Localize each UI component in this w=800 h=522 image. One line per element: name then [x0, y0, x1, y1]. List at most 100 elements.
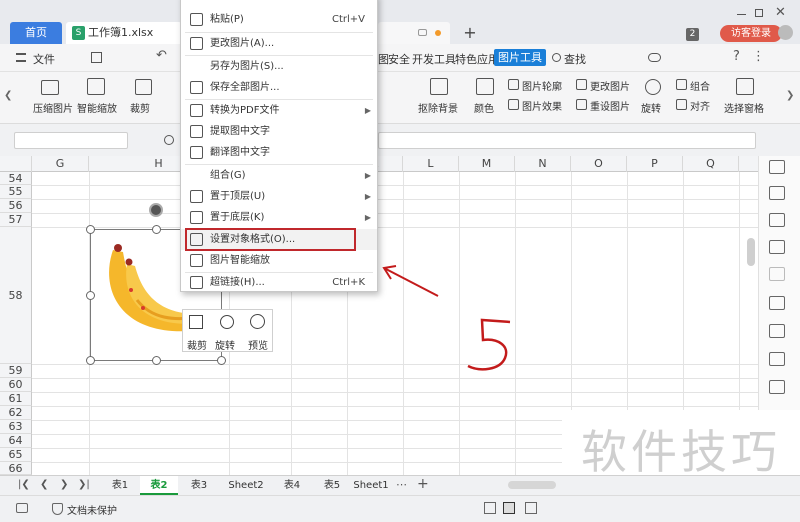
sheet-tab[interactable]: Sheet2: [224, 476, 268, 495]
file-tab[interactable]: S 工作簿1.xlsx: [66, 22, 182, 44]
layout-view-icon[interactable]: [525, 502, 537, 514]
second-doc-tab[interactable]: [378, 22, 450, 44]
first-sheet-icon[interactable]: |❮: [18, 479, 30, 490]
table-icon[interactable]: [769, 160, 785, 174]
help-icon[interactable]: ?: [733, 49, 740, 64]
menu-item-save-as-picture[interactable]: 另存为图片(S)...: [181, 56, 377, 77]
protection-status[interactable]: 文档未保护: [67, 502, 117, 517]
ribbon-left-scroll-icon[interactable]: ❮: [4, 90, 12, 101]
menu-item-extract-text[interactable]: 提取图中文字: [181, 121, 377, 142]
row-header[interactable]: 55: [0, 185, 32, 199]
ribbon-right-scroll-icon[interactable]: ❯: [786, 90, 794, 101]
resize-handle[interactable]: [217, 356, 226, 365]
row-header[interactable]: 56: [0, 199, 32, 213]
more-icon[interactable]: ⋮: [752, 49, 765, 64]
rotate-icon[interactable]: [220, 315, 234, 329]
matting-button[interactable]: 抠除背景: [418, 100, 458, 115]
search-label[interactable]: 查找: [564, 51, 586, 67]
menu-item-paste[interactable]: 粘贴(P) Ctrl+V: [181, 9, 377, 30]
column-header[interactable]: L: [403, 156, 459, 172]
menu-item-smart-scale[interactable]: 图片智能缩放: [181, 250, 377, 271]
menu-item-change-picture[interactable]: 更改图片(A)...: [181, 33, 377, 54]
row-header[interactable]: 60: [0, 378, 32, 392]
color-button[interactable]: 颜色: [474, 100, 494, 115]
home-tab[interactable]: 首页: [10, 22, 62, 44]
maximize-icon[interactable]: [755, 9, 763, 17]
sheet-tab[interactable]: 表1: [104, 476, 136, 495]
column-header[interactable]: O: [571, 156, 627, 172]
row-header[interactable]: 58: [0, 227, 32, 364]
rotate-button[interactable]: 旋转: [641, 100, 661, 115]
row-header[interactable]: 65: [0, 448, 32, 462]
search-icon[interactable]: [552, 53, 561, 62]
reset-picture-button[interactable]: 重设图片: [590, 98, 630, 113]
login-button[interactable]: 访客登录: [720, 25, 782, 42]
menu-item-hyperlink[interactable]: 超链接(H)... Ctrl+K: [181, 272, 377, 293]
crop-icon[interactable]: [189, 315, 203, 329]
sheet-tab[interactable]: 表4: [276, 476, 308, 495]
effects-button[interactable]: 图片效果: [522, 98, 562, 113]
avatar[interactable]: [778, 25, 793, 40]
vertical-scrollbar[interactable]: [747, 238, 755, 266]
image-icon[interactable]: [769, 380, 785, 394]
sheet-tab[interactable]: 表3: [182, 476, 216, 495]
smart-scale-button[interactable]: 智能缩放: [77, 100, 117, 115]
row-header[interactable]: 66: [0, 462, 32, 475]
corner-cell[interactable]: [0, 156, 32, 172]
float-rotate-button[interactable]: 旋转: [215, 337, 235, 352]
close-icon[interactable]: ✕: [775, 5, 786, 20]
prev-sheet-icon[interactable]: ❮: [40, 479, 48, 490]
zoom-icon[interactable]: [164, 135, 174, 145]
outline-button[interactable]: 图片轮廓: [522, 78, 562, 93]
row-header[interactable]: 64: [0, 434, 32, 448]
page-view-icon[interactable]: [503, 502, 515, 514]
record-icon[interactable]: [16, 503, 28, 513]
crop-button[interactable]: 裁剪: [130, 100, 150, 115]
column-header[interactable]: P: [627, 156, 683, 172]
menu-item-save-all-pictures[interactable]: 保存全部图片...: [181, 77, 377, 98]
archive-icon[interactable]: [769, 352, 785, 366]
undo-icon[interactable]: ↶: [156, 48, 167, 63]
change-picture-button[interactable]: 更改图片: [590, 78, 630, 93]
row-header[interactable]: 63: [0, 420, 32, 434]
cloud-icon[interactable]: [648, 53, 661, 62]
notification-badge[interactable]: 2: [686, 28, 699, 41]
row-header[interactable]: 61: [0, 392, 32, 406]
more-sheets-icon[interactable]: ⋯: [396, 478, 407, 491]
menu-item-send-to-back[interactable]: 置于底层(K) ▶: [181, 207, 377, 228]
sheet-tab-active[interactable]: 表2: [140, 476, 178, 495]
align-button[interactable]: 对齐: [690, 98, 710, 113]
hamburger-icon[interactable]: [16, 53, 26, 62]
add-sheet-button[interactable]: +: [417, 476, 429, 492]
picture-icon[interactable]: [769, 296, 785, 310]
next-sheet-icon[interactable]: ❯: [60, 479, 68, 490]
chart-icon[interactable]: [769, 213, 785, 227]
row-header[interactable]: 54: [0, 172, 32, 185]
resize-handle[interactable]: [86, 225, 95, 234]
resize-handle[interactable]: [152, 225, 161, 234]
formula-input[interactable]: [378, 132, 756, 149]
column-header[interactable]: G: [32, 156, 89, 172]
row-header[interactable]: 57: [0, 213, 32, 227]
menu-tab-picture-tools[interactable]: 图片工具: [494, 49, 546, 66]
share-icon[interactable]: [769, 324, 785, 338]
save-icon[interactable]: [91, 52, 102, 63]
sheet-tab[interactable]: 表5: [316, 476, 348, 495]
float-crop-button[interactable]: 裁剪: [187, 337, 207, 352]
compress-button[interactable]: 压缩图片: [33, 100, 73, 115]
resize-handle[interactable]: [86, 356, 95, 365]
resize-handle[interactable]: [86, 291, 95, 300]
menu-item-group[interactable]: 组合(G) ▶: [181, 165, 377, 186]
menu-tab-special[interactable]: 特色应用: [455, 51, 499, 67]
column-header[interactable]: M: [459, 156, 515, 172]
group-button[interactable]: 组合: [690, 78, 710, 93]
copy-icon[interactable]: [769, 267, 785, 281]
horizontal-scrollbar[interactable]: [508, 481, 556, 489]
menu-item-convert-pdf[interactable]: 转换为PDF文件 ▶: [181, 100, 377, 121]
menu-tab-dev-tools[interactable]: 开发工具: [412, 51, 456, 67]
file-menu[interactable]: 文件: [33, 51, 55, 67]
preview-icon[interactable]: [250, 314, 265, 329]
last-sheet-icon[interactable]: ❯|: [78, 479, 90, 490]
rotate-handle-icon[interactable]: [149, 203, 163, 217]
sheet-tab[interactable]: Sheet1: [352, 476, 390, 495]
